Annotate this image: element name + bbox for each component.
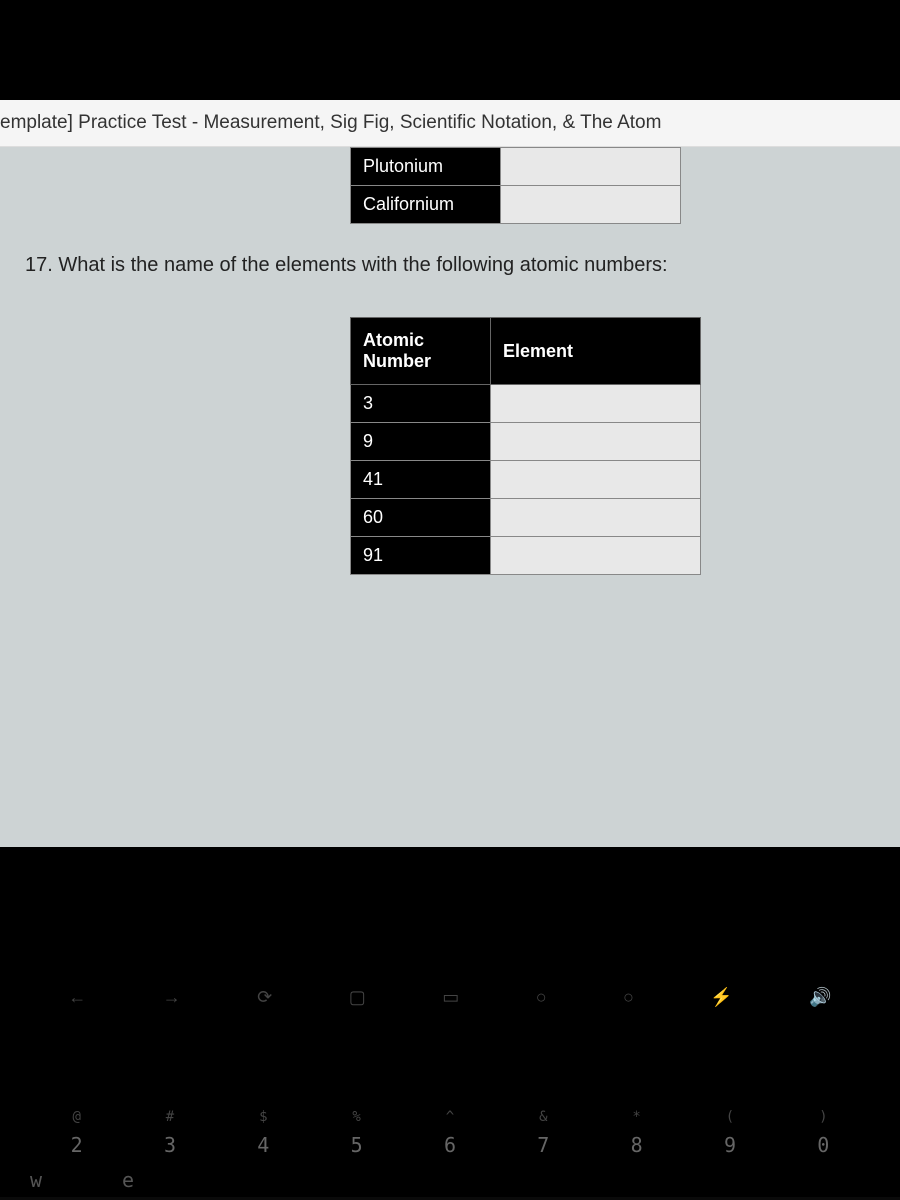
top-black-region: [0, 0, 900, 100]
refresh-icon: ⟳: [257, 987, 272, 1008]
atomic-number-cell: 41: [351, 461, 491, 499]
circle-icon: ○: [536, 987, 547, 1008]
forward-icon: →: [163, 987, 181, 1008]
page-title-bar: emplate] Practice Test - Measurement, Si…: [0, 100, 900, 147]
key-8: *8: [631, 1109, 643, 1157]
element-label: Californium: [351, 186, 501, 224]
key-w: w: [30, 1168, 42, 1192]
square-icon: ▢: [349, 987, 366, 1008]
key-6: ^6: [444, 1109, 456, 1157]
element-input[interactable]: [501, 148, 681, 186]
element-answer-cell[interactable]: [491, 537, 701, 575]
key-4: $4: [257, 1109, 269, 1157]
atomic-number-cell: 91: [351, 537, 491, 575]
table-row: Californium: [351, 186, 681, 224]
key-7: &7: [537, 1109, 549, 1157]
bottom-black-region: ← → ⟳ ▢ ▭ ○ ○ ⚡ 🔊 @2 #3 $4 %5 ^6 &7 *8 (…: [0, 847, 900, 1197]
atomic-number-table: Atomic Number Element 3 9 41 60 91: [350, 317, 701, 575]
header-atomic-number: Atomic Number: [351, 318, 491, 385]
power-icon: ⚡: [710, 987, 732, 1008]
table-row: Plutonium: [351, 148, 681, 186]
rect-icon: ▭: [442, 987, 459, 1008]
page-title: emplate] Practice Test - Measurement, Si…: [0, 112, 661, 133]
table-header-row: Atomic Number Element: [351, 318, 701, 385]
keyboard-letter-row: w e: [30, 1168, 134, 1192]
table-row: 91: [351, 537, 701, 575]
element-label: Plutonium: [351, 148, 501, 186]
key-3: #3: [164, 1109, 176, 1157]
key-0: )0: [817, 1109, 829, 1157]
element-answer-cell[interactable]: [491, 499, 701, 537]
content-area: Plutonium Californium 17. What is the na…: [0, 147, 900, 847]
table-row: 41: [351, 461, 701, 499]
circle-icon: ○: [623, 987, 634, 1008]
table-row: 3: [351, 385, 701, 423]
nav-icons-row: ← → ⟳ ▢ ▭ ○ ○ ⚡ 🔊: [0, 987, 900, 1008]
table-row: 9: [351, 423, 701, 461]
key-9: (9: [724, 1109, 736, 1157]
header-element: Element: [491, 318, 701, 385]
element-input[interactable]: [501, 186, 681, 224]
keyboard-number-row: @2 #3 $4 %5 ^6 &7 *8 (9 )0: [0, 1109, 900, 1157]
element-answer-cell[interactable]: [491, 385, 701, 423]
atomic-number-cell: 60: [351, 499, 491, 537]
back-icon: ←: [68, 987, 86, 1008]
prev-elements-table: Plutonium Californium: [350, 147, 681, 224]
element-answer-cell[interactable]: [491, 461, 701, 499]
volume-icon: 🔊: [809, 987, 831, 1008]
element-answer-cell[interactable]: [491, 423, 701, 461]
question-text: 17. What is the name of the elements wit…: [0, 224, 900, 297]
key-5: %5: [351, 1109, 363, 1157]
key-2: @2: [71, 1109, 83, 1157]
atomic-number-cell: 3: [351, 385, 491, 423]
key-e: e: [122, 1168, 134, 1192]
atomic-number-cell: 9: [351, 423, 491, 461]
table-row: 60: [351, 499, 701, 537]
